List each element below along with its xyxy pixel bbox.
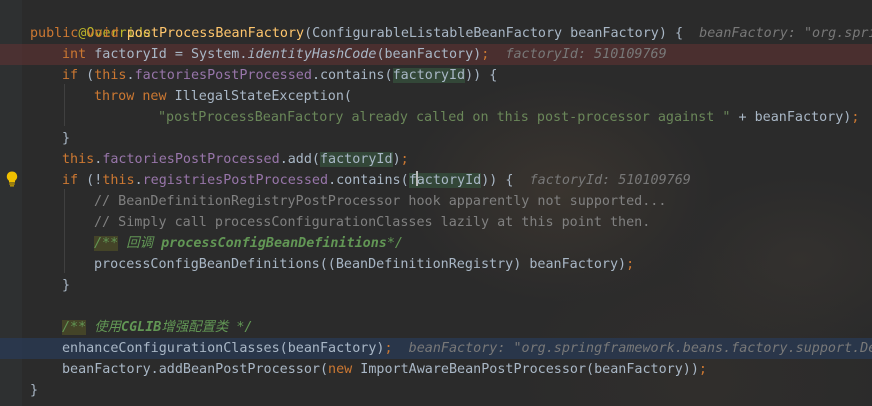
field-token: registriesPostProcessed — [142, 173, 329, 188]
keyword-token: this — [94, 68, 127, 83]
line-comment: // BeanDefinitionRegistryPostProcessor h… — [94, 194, 667, 209]
code-text: ( — [78, 68, 95, 83]
code-text: )) { — [465, 68, 498, 83]
code-text: )) { — [481, 173, 514, 188]
keyword-token: if — [62, 173, 79, 188]
keyword-token: if — [62, 68, 79, 83]
code-text: . — [126, 68, 135, 83]
doc-comment-tag: processConfigBeanDefinitions — [161, 236, 387, 251]
usage-highlight: factoryId — [320, 152, 393, 167]
code-line[interactable]: } — [0, 275, 872, 296]
code-line[interactable]: } — [0, 128, 872, 149]
inline-debug-hint: beanFactory: "org.springframework.beans.… — [408, 341, 872, 356]
keyword-token: new — [142, 89, 167, 104]
code-text: .contains( — [311, 68, 393, 83]
code-line[interactable]: /** 使用CGLIB增强配置类 */ — [0, 317, 872, 338]
semicolon-token: ; — [626, 257, 635, 272]
code-line[interactable]: beanFactory.addBeanPostProcessor(new Imp… — [0, 359, 872, 380]
doc-comment-text: 增强配置类 — [161, 320, 237, 335]
string-literal: "postProcessBeanFactory already called o… — [158, 110, 731, 125]
semicolon-token: ; — [481, 47, 490, 62]
doc-comment-open: /** — [94, 236, 119, 251]
lightbulb-icon[interactable] — [6, 171, 18, 187]
doc-comment-open: /** — [62, 320, 87, 335]
field-token: factoriesPostProcessed — [102, 152, 280, 167]
code-text: } — [62, 278, 71, 293]
line-comment: // Simply call processConfigurationClass… — [94, 215, 651, 230]
code-text: (beanFactory) — [376, 47, 482, 62]
doc-comment-close: */ — [386, 236, 403, 251]
usage-highlight: factoryId — [392, 68, 466, 83]
code-line[interactable]: processConfigBeanDefinitions((BeanDefini… — [0, 254, 872, 275]
code-line[interactable]: "postProcessBeanFactory already called o… — [0, 107, 872, 128]
static-method-token: identityHashCode — [247, 47, 377, 62]
code-editor[interactable]: @Override public void postProcessBeanFac… — [0, 0, 872, 406]
code-text: ) — [392, 152, 401, 167]
keyword-token: this — [62, 152, 95, 167]
code-line-current[interactable]: enhanceConfigurationClasses(beanFactory)… — [0, 338, 872, 359]
code-text: } — [30, 383, 39, 398]
code-line-breakpoint[interactable]: int factoryId = System.identityHashCode(… — [0, 44, 872, 65]
keyword-token: void — [86, 26, 119, 41]
keyword-token: this — [102, 173, 135, 188]
code-line[interactable]: } — [0, 380, 872, 401]
semicolon-token: ; — [698, 362, 707, 377]
code-line[interactable]: // BeanDefinitionRegistryPostProcessor h… — [0, 191, 872, 212]
code-text: ImportAwareBeanPostProcessor(beanFactory… — [352, 362, 699, 377]
doc-comment-text: 使用 — [86, 320, 122, 335]
code-line[interactable]: if (!this.registriesPostProcessed.contai… — [0, 170, 872, 191]
semicolon-token: ; — [851, 110, 860, 125]
field-token: factoriesPostProcessed — [134, 68, 312, 83]
code-line[interactable]: public void postProcessBeanFactory(Confi… — [0, 23, 872, 44]
usage-highlight: factoryId — [408, 171, 482, 188]
code-text: .contains( — [328, 173, 409, 188]
code-text: (! — [78, 173, 103, 188]
code-line[interactable]: if (this.factoriesPostProcessed.contains… — [0, 65, 872, 86]
keyword-token: public — [30, 26, 79, 41]
doc-comment-text: 回调 — [118, 236, 162, 251]
code-text: } — [62, 131, 71, 146]
code-text: factoryId = System. — [86, 47, 248, 62]
inline-debug-hint: factoryId: 510109769 — [529, 173, 691, 188]
keyword-token: throw — [94, 89, 135, 104]
code-text: .add( — [279, 152, 320, 167]
code-text: processConfigBeanDefinitions((BeanDefini… — [94, 257, 627, 272]
code-line[interactable]: throw new IllegalStateException( — [0, 86, 872, 107]
doc-comment-tag: CGLIB — [121, 320, 162, 335]
keyword-token: int — [62, 47, 87, 62]
code-text: + beanFactory) — [730, 110, 852, 125]
code-line[interactable]: this.factoriesPostProcessed.add(factoryI… — [0, 149, 872, 170]
doc-comment-close: */ — [236, 320, 253, 335]
code-text: (ConfigurableListableBeanFactory beanFac… — [304, 26, 684, 41]
code-line[interactable]: /** 回调 processConfigBeanDefinitions*/ — [0, 233, 872, 254]
inline-debug-hint: beanFactory: "org.sprin — [699, 26, 872, 41]
code-text: enhanceConfigurationClasses(beanFactory) — [62, 341, 385, 356]
code-line-empty[interactable] — [0, 296, 872, 317]
code-text: . — [134, 173, 143, 188]
code-text: IllegalStateException( — [166, 89, 352, 104]
code-text: beanFactory.addBeanPostProcessor( — [62, 362, 329, 377]
semicolon-token: ; — [384, 341, 393, 356]
semicolon-token: ; — [400, 152, 409, 167]
usage-highlight-part: actoryId — [416, 173, 482, 188]
method-name-token: postProcessBeanFactory — [126, 26, 305, 41]
keyword-token: new — [328, 362, 353, 377]
code-line[interactable]: @Override — [0, 2, 872, 41]
code-line[interactable]: // Simply call processConfigurationClass… — [0, 212, 872, 233]
inline-debug-hint: factoryId: 510109769 — [505, 47, 667, 62]
